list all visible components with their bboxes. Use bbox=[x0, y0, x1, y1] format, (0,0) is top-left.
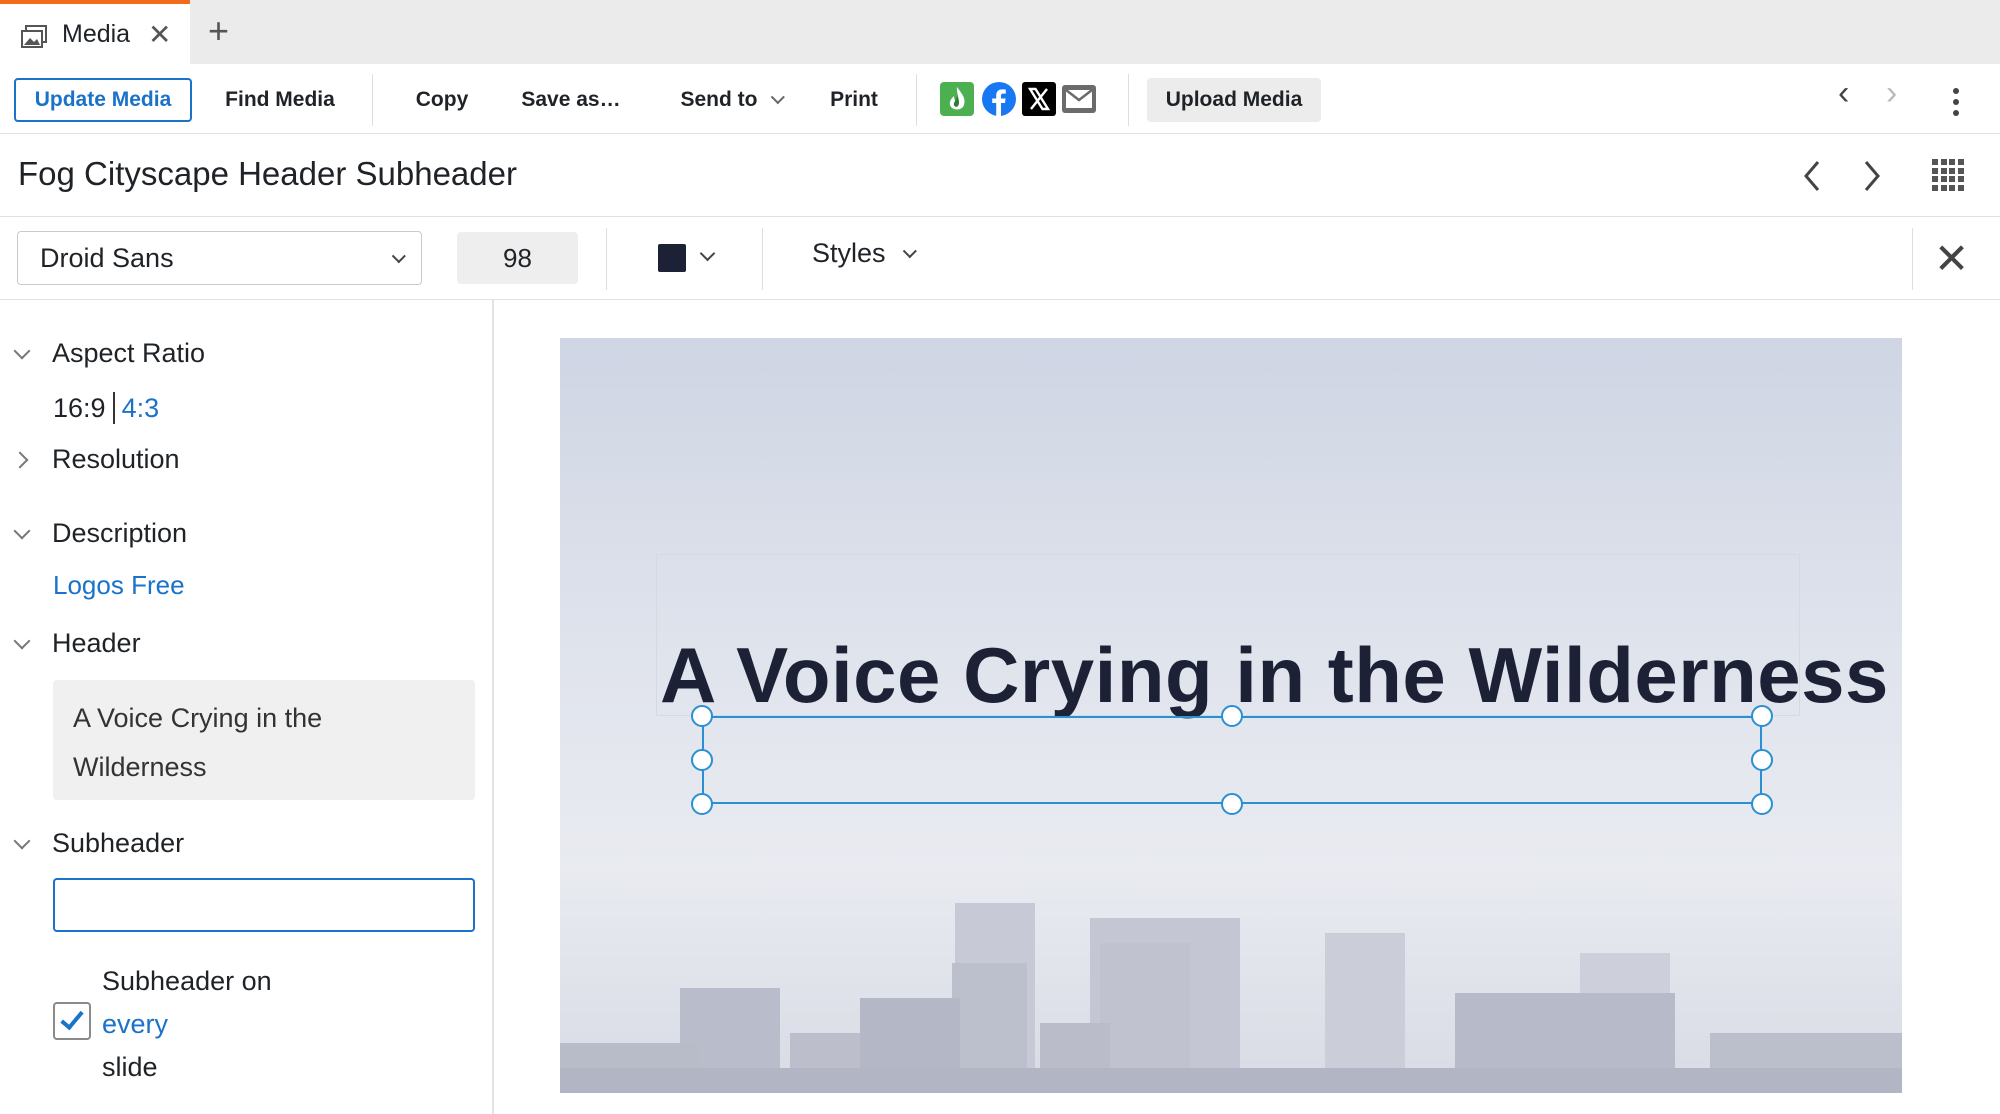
resize-handle-bottom[interactable] bbox=[1221, 793, 1243, 815]
tab-strip: Media ✕ + bbox=[0, 0, 2000, 65]
header-label: Header bbox=[52, 628, 141, 658]
chevron-down-icon bbox=[13, 522, 31, 539]
label-line-3: slide bbox=[102, 1052, 158, 1082]
subheader-every-slide-checkbox[interactable] bbox=[53, 1002, 91, 1040]
resolution-label: Resolution bbox=[52, 444, 180, 474]
email-icon[interactable] bbox=[1062, 82, 1096, 116]
subheader-every-slide-label: Subheader on every slide bbox=[102, 960, 272, 1089]
slide-preview[interactable]: A Voice Crying in the Wilderness bbox=[560, 338, 1902, 1093]
format-divider bbox=[606, 228, 607, 290]
save-as-button[interactable]: Save as… bbox=[516, 78, 626, 122]
canvas-area: A Voice Crying in the Wilderness bbox=[496, 300, 2000, 1114]
resize-handle-top[interactable] bbox=[1221, 705, 1243, 727]
logos-flame-icon[interactable] bbox=[940, 82, 974, 116]
resize-handle-bottom-right[interactable] bbox=[1751, 793, 1773, 815]
chevron-down-icon bbox=[902, 243, 917, 258]
find-media-button[interactable]: Find Media bbox=[214, 78, 346, 122]
chevron-right-icon[interactable]: › bbox=[1886, 74, 1897, 113]
description-link[interactable]: Logos Free bbox=[53, 570, 185, 601]
format-divider bbox=[762, 228, 763, 290]
format-divider bbox=[1912, 228, 1913, 290]
chevron-down-icon bbox=[770, 90, 785, 105]
font-size-input[interactable]: 98 bbox=[457, 232, 578, 284]
text-color-swatch[interactable] bbox=[658, 244, 686, 272]
next-slide-icon[interactable] bbox=[1860, 159, 1884, 193]
font-family-select[interactable]: Droid Sans bbox=[17, 231, 422, 285]
tab-label: Media bbox=[62, 20, 131, 48]
chevron-right-icon bbox=[11, 451, 29, 468]
resize-handle-top-left[interactable] bbox=[691, 705, 713, 727]
resize-handle-right[interactable] bbox=[1751, 749, 1773, 771]
send-to-label: Send to bbox=[680, 88, 758, 111]
close-icon[interactable]: ✕ bbox=[1934, 234, 1969, 283]
print-button[interactable]: Print bbox=[820, 78, 888, 122]
subheader-input[interactable] bbox=[53, 878, 475, 932]
aspect-ratio-label: Aspect Ratio bbox=[52, 338, 206, 368]
label-line-2: every bbox=[102, 1009, 169, 1039]
aspect-ratio-options: 16:9 4:3 bbox=[53, 392, 159, 424]
ratio-4-3-link[interactable]: 4:3 bbox=[122, 393, 160, 424]
properties-panel: Aspect Ratio 16:9 4:3 Resolution Descrip… bbox=[0, 300, 494, 1114]
format-bar: Droid Sans 98 Styles ✕ bbox=[0, 218, 2000, 300]
styles-dropdown[interactable]: Styles bbox=[812, 238, 917, 269]
chevron-left-icon[interactable]: ‹ bbox=[1838, 74, 1849, 113]
checkmark-icon bbox=[60, 1005, 84, 1031]
aspect-ratio-section[interactable]: Aspect Ratio bbox=[13, 338, 206, 369]
title-bar: Fog Cityscape Header Subheader bbox=[0, 135, 2000, 217]
chevron-down-icon bbox=[13, 832, 31, 849]
description-label: Description bbox=[52, 518, 188, 548]
label-line-1: Subheader on bbox=[102, 966, 272, 996]
page-title: Fog Cityscape Header Subheader bbox=[18, 155, 517, 192]
chevron-down-icon[interactable] bbox=[699, 245, 716, 262]
copy-button[interactable]: Copy bbox=[404, 78, 480, 122]
more-options-icon[interactable] bbox=[1950, 86, 1962, 118]
description-section[interactable]: Description bbox=[13, 518, 188, 549]
update-media-button[interactable]: Update Media bbox=[14, 78, 192, 122]
subheader-label: Subheader bbox=[52, 828, 185, 858]
ratio-16-9[interactable]: 16:9 bbox=[53, 393, 106, 424]
ratio-divider bbox=[112, 392, 115, 424]
toolbar-divider bbox=[372, 74, 373, 126]
header-section[interactable]: Header bbox=[13, 628, 141, 659]
resize-handle-bottom-left[interactable] bbox=[691, 793, 713, 815]
toolbar-divider bbox=[1128, 74, 1129, 126]
previous-slide-icon[interactable] bbox=[1800, 159, 1824, 193]
resize-handle-left[interactable] bbox=[691, 749, 713, 771]
grid-view-icon[interactable] bbox=[1932, 159, 1964, 191]
upload-media-button[interactable]: Upload Media bbox=[1147, 78, 1321, 122]
chevron-down-icon bbox=[13, 342, 31, 359]
send-to-button[interactable]: Send to bbox=[670, 78, 790, 122]
font-family-value: Droid Sans bbox=[40, 242, 174, 273]
facebook-icon[interactable] bbox=[982, 82, 1016, 116]
close-tab-icon[interactable]: ✕ bbox=[148, 18, 171, 51]
styles-label: Styles bbox=[812, 238, 886, 268]
tab-media[interactable]: Media ✕ bbox=[0, 0, 190, 65]
toolbar: Update Media Find Media Copy Save as… Se… bbox=[0, 64, 2000, 134]
new-tab-icon[interactable]: + bbox=[208, 10, 229, 52]
resolution-section[interactable]: Resolution bbox=[11, 444, 180, 475]
subheader-section[interactable]: Subheader bbox=[13, 828, 185, 859]
subheader-selection-box[interactable] bbox=[702, 716, 1762, 804]
header-textarea[interactable]: A Voice Crying in the Wilderness bbox=[53, 680, 475, 800]
chevron-down-icon bbox=[13, 632, 31, 649]
toolbar-divider bbox=[916, 74, 917, 126]
x-twitter-icon[interactable] bbox=[1022, 82, 1056, 116]
fog-cityscape-background bbox=[560, 903, 1902, 1093]
chevron-down-icon bbox=[391, 249, 406, 264]
resize-handle-top-right[interactable] bbox=[1751, 705, 1773, 727]
media-gallery-icon bbox=[21, 25, 47, 48]
